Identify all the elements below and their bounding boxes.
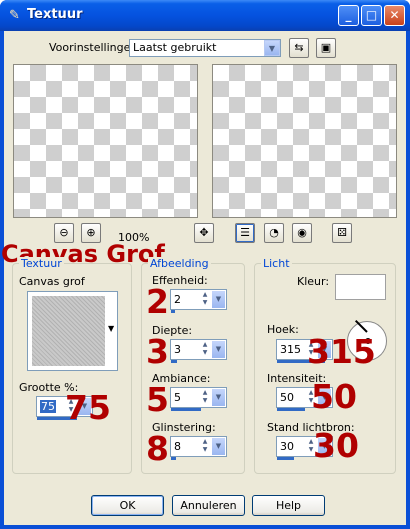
floppy-disk-icon: ▣ [320, 41, 332, 54]
help-button[interactable]: Help [252, 495, 325, 516]
chevron-down-icon[interactable]: ▼ [264, 40, 280, 56]
chevron-down-icon[interactable]: ▼ [212, 438, 225, 455]
cancel-button[interactable]: Annuleren [172, 495, 245, 516]
stepper-arrows-icon[interactable]: ▲ ▼ [200, 389, 210, 406]
dialog-window: ✎ Textuur _ □ ✕ Voorinstellingen: Laatst… [0, 0, 410, 529]
maximize-button[interactable]: □ [361, 5, 382, 26]
depth-value[interactable]: 3 [174, 343, 181, 356]
zoom-out-icon: ⊖ [59, 226, 69, 239]
window-title: Textuur [27, 7, 83, 22]
smoothness-value[interactable]: 2 [174, 293, 181, 306]
size-annotation: 75 [65, 388, 111, 427]
position-value[interactable]: 30 [280, 440, 294, 453]
list-icon: ☰ [240, 226, 250, 239]
angle-annotation: 315 [307, 332, 376, 371]
caret-down-icon[interactable]: ▼ [108, 324, 114, 333]
depth-stepper[interactable]: 3 ▲ ▼ ▼ [170, 339, 227, 363]
position-annotation: 30 [313, 426, 359, 465]
light-group-title: Licht [261, 257, 292, 270]
ambience-annotation: 5 [146, 380, 169, 419]
smoothness-stepper[interactable]: 2 ▲ ▼ ▼ [170, 289, 227, 313]
title-bar[interactable]: ✎ Textuur _ □ ✕ [0, 0, 410, 31]
dialog-body: Voorinstellingen: Laatst gebruikt ▼ ⇆ ▣ … [1, 31, 406, 525]
dial-needle [354, 319, 368, 333]
move-icon: ✥ [199, 226, 209, 239]
position-slider-bar[interactable] [277, 457, 294, 460]
close-button[interactable]: ✕ [384, 5, 405, 26]
zoom-in-icon: ⊕ [86, 226, 96, 239]
stepper-arrows-icon[interactable]: ▲ ▼ [200, 291, 210, 308]
save-preset-button[interactable]: ▣ [316, 38, 336, 58]
texture-picker[interactable]: ▼ [27, 291, 118, 371]
chevron-down-icon[interactable]: ▼ [212, 341, 225, 358]
depth-annotation: 3 [146, 332, 169, 371]
randomize-button[interactable]: ⚄ [332, 223, 352, 243]
auto-proof-button[interactable]: ◔ [264, 223, 284, 243]
angle-label: Hoek: [267, 323, 299, 336]
proof-button[interactable]: ☰ [235, 223, 255, 243]
stepper-arrows-icon[interactable]: ▲ ▼ [200, 341, 210, 358]
dice-icon: ⚄ [337, 226, 347, 239]
pan-button[interactable]: ✥ [194, 223, 214, 243]
color-label: Kleur: [297, 275, 330, 288]
shine-value[interactable]: 8 [174, 440, 181, 453]
after-preview[interactable] [212, 64, 397, 218]
texture-name: Canvas grof [19, 275, 85, 288]
shine-annotation: 8 [146, 429, 169, 468]
light-color-swatch[interactable] [335, 274, 386, 300]
intensity-value[interactable]: 50 [280, 391, 294, 404]
smoothness-slider-bar[interactable] [171, 310, 175, 313]
shine-stepper[interactable]: 8 ▲ ▼ ▼ [170, 436, 227, 460]
size-value[interactable]: 75 [40, 400, 56, 413]
presets-select[interactable]: Laatst gebruikt ▼ [129, 39, 281, 57]
undo-arrow-icon: ⇆ [294, 41, 304, 54]
intensity-annotation: 50 [311, 377, 357, 416]
reset-preset-button[interactable]: ⇆ [289, 38, 309, 58]
angle-value[interactable]: 315 [280, 343, 301, 356]
stepper-arrows-icon[interactable]: ▲ ▼ [200, 438, 210, 455]
depth-slider-bar[interactable] [171, 360, 177, 363]
chevron-down-icon[interactable]: ▼ [212, 291, 225, 308]
ambience-stepper[interactable]: 5 ▲ ▼ ▼ [170, 387, 227, 411]
ok-button[interactable]: OK [91, 495, 164, 516]
chevron-down-icon[interactable]: ▼ [212, 389, 225, 406]
paint-icon: ✎ [9, 8, 20, 23]
texture-swatch [32, 296, 105, 366]
eye-icon: ◉ [297, 226, 307, 239]
image-group-title: Afbeelding [148, 257, 211, 270]
smoothness-annotation: 2 [146, 282, 169, 321]
ambience-slider-bar[interactable] [171, 408, 201, 411]
ambience-value[interactable]: 5 [174, 391, 181, 404]
eye-pointer-icon: ◔ [269, 226, 279, 239]
minimize-button[interactable]: _ [338, 5, 359, 26]
intensity-slider-bar[interactable] [277, 408, 305, 411]
before-preview[interactable] [13, 64, 198, 218]
preview-toggle-button[interactable]: ◉ [292, 223, 312, 243]
presets-label: Voorinstellingen: [49, 41, 142, 54]
texture-group-title: Textuur [19, 257, 64, 270]
presets-value: Laatst gebruikt [133, 41, 217, 54]
shine-slider-bar[interactable] [171, 457, 176, 460]
